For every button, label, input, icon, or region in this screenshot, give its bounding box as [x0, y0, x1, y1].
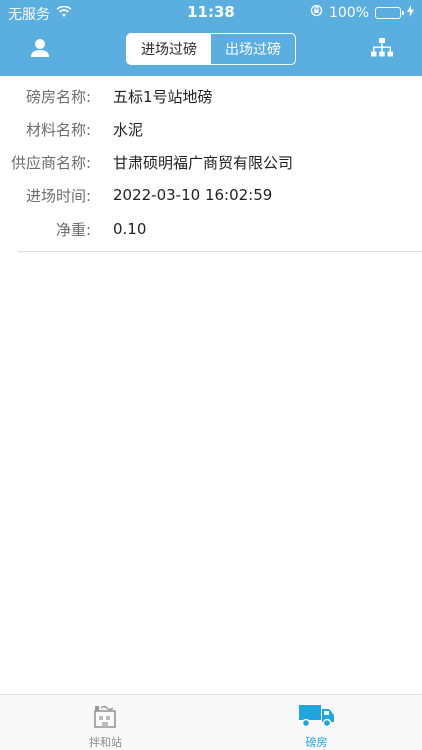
orientation-lock-icon [310, 4, 323, 21]
tab-exit-weighing[interactable]: 出场过磅 [211, 34, 295, 64]
bottom-tab-bar: 拌和站 磅房 [0, 694, 422, 750]
field-entry-time: 进场时间: 2022-03-10 16:02:59 [0, 178, 422, 212]
weighing-type-segment: 进场过磅 出场过磅 [126, 33, 296, 65]
charging-icon [407, 4, 414, 21]
field-material-name: 材料名称: 水泥 [0, 112, 422, 146]
header: 无服务 11:38 100% 进场过磅 出场过磅 [0, 0, 422, 76]
status-right: 100% [310, 4, 414, 21]
building-icon [86, 701, 126, 731]
battery-percent: 100% [328, 4, 369, 21]
tab-label: 磅房 [305, 736, 328, 749]
truck-icon [297, 701, 337, 731]
field-value: 0.10 [113, 220, 147, 238]
battery-icon [375, 6, 404, 19]
tab-label: 拌和站 [89, 736, 122, 749]
hierarchy-icon [371, 38, 393, 57]
field-value: 五标1号站地磅 [113, 87, 213, 106]
user-button[interactable] [22, 36, 58, 64]
field-label: 净重: [55, 220, 91, 239]
org-tree-button[interactable] [364, 36, 400, 64]
field-supplier-name: 供应商名称: 甘肃硕明福广商贸有限公司 [0, 145, 422, 179]
field-label: 进场时间: [25, 186, 91, 205]
field-label: 材料名称: [25, 120, 91, 139]
navigation-bar: 进场过磅 出场过磅 [0, 24, 422, 76]
field-label: 磅房名称: [25, 87, 91, 106]
field-label: 供应商名称: [10, 153, 91, 172]
field-value: 水泥 [113, 120, 144, 139]
field-net-weight: 净重: 0.10 [0, 212, 422, 246]
status-bar: 无服务 11:38 100% [0, 0, 422, 24]
record-divider [18, 251, 422, 252]
tab-mixing-station[interactable]: 拌和站 [0, 695, 211, 750]
field-value: 2022-03-10 16:02:59 [113, 186, 273, 204]
field-value: 甘肃硕明福广商贸有限公司 [113, 153, 294, 172]
tab-entry-weighing[interactable]: 进场过磅 [127, 34, 211, 64]
user-icon [31, 39, 49, 57]
tab-weighbridge[interactable]: 磅房 [211, 695, 422, 750]
field-weighbridge-name: 磅房名称: 五标1号站地磅 [0, 79, 422, 113]
